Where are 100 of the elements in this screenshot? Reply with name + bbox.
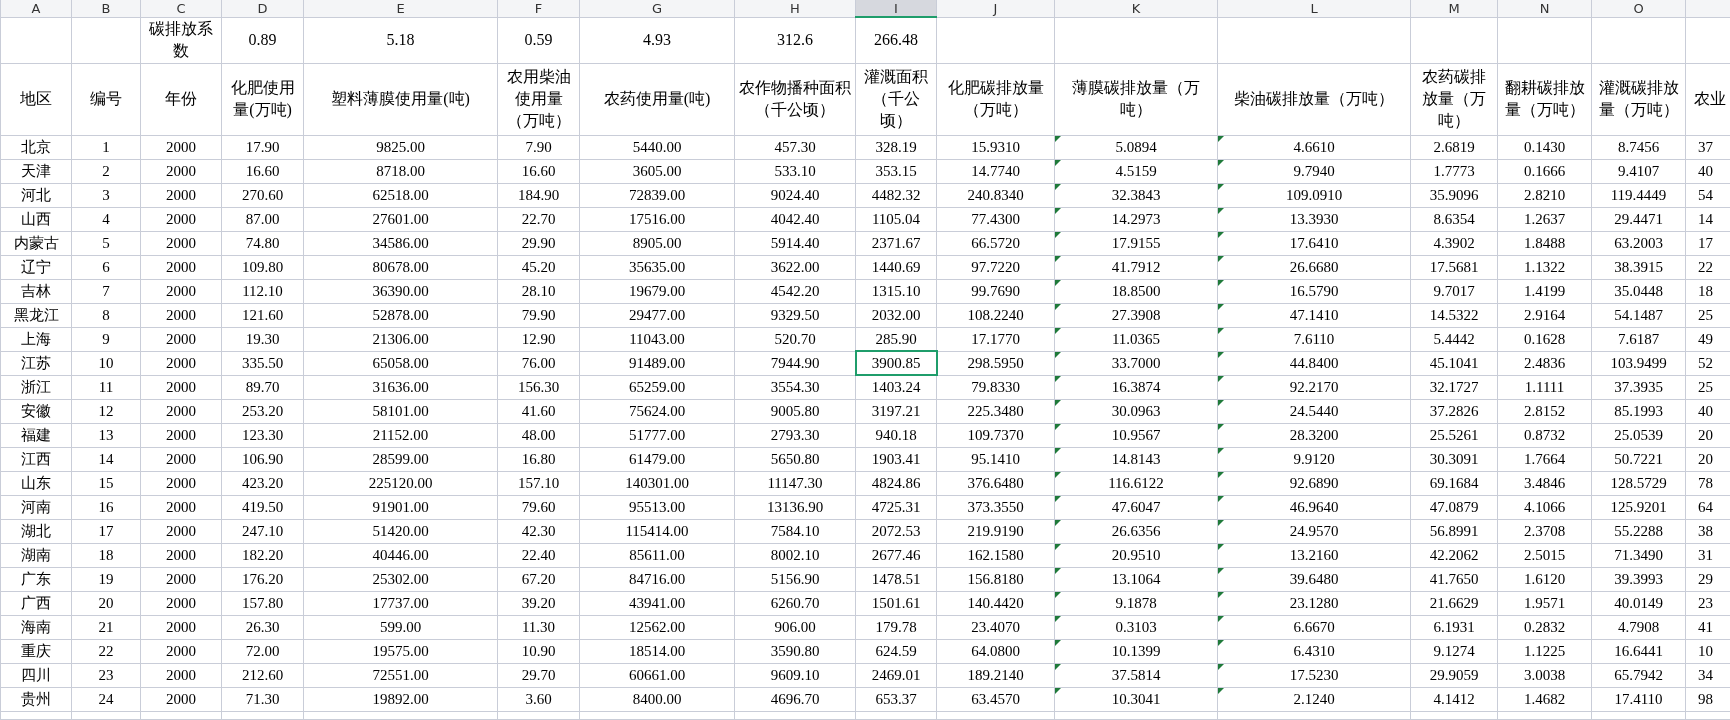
table-cell: 16.3874	[1111, 379, 1161, 395]
table-cell: 51420.00	[372, 523, 429, 539]
table-cell: 1403.24	[871, 379, 921, 395]
column-header[interactable]: F	[497, 0, 580, 17]
table-cell: 44.8400	[1289, 355, 1339, 371]
table-cell: 91901.00	[372, 499, 429, 515]
table-cell: 15.9310	[971, 139, 1020, 155]
table-cell: 5156.90	[770, 571, 820, 587]
table-cell: 7	[102, 283, 110, 299]
table-cell: 17737.00	[372, 595, 429, 611]
table-cell: 4.1412	[1433, 691, 1475, 707]
column-header[interactable]: K	[1054, 0, 1218, 17]
table-cell: 17	[1698, 235, 1713, 251]
table-cell: 266.48	[874, 31, 918, 49]
column-header[interactable]: N	[1497, 0, 1592, 17]
table-cell: 4042.40	[770, 211, 820, 227]
table-cell: 11147.30	[767, 475, 823, 491]
table-cell: 3.0038	[1523, 667, 1566, 683]
table-cell: 35635.00	[628, 259, 686, 275]
table-cell: 5	[102, 235, 110, 251]
table-cell: 黑龙江	[13, 307, 59, 323]
column-header[interactable]: G	[579, 0, 735, 17]
table-cell: 2.3708	[1523, 523, 1566, 539]
column-title: 农业	[1694, 90, 1726, 107]
table-cell: 17.9155	[1111, 235, 1161, 251]
table-cell: 5914.40	[770, 235, 820, 251]
table-cell: 46.9640	[1289, 499, 1339, 515]
table-cell: 辽宁	[21, 259, 51, 275]
table-cell: 35.9096	[1429, 187, 1479, 203]
table-cell: 18	[1698, 283, 1713, 299]
table-cell: 12.90	[521, 331, 556, 347]
column-header[interactable]: A	[0, 0, 72, 17]
table-cell: 7.90	[525, 139, 552, 155]
table-cell: 2000	[166, 667, 196, 683]
table-cell: 24	[98, 691, 114, 707]
table-cell: 广西	[21, 595, 51, 611]
table-cell: 20	[1698, 451, 1713, 467]
column-title: 化肥碳排放量（万吨）	[947, 79, 1044, 118]
column-title: 柴油碳排放量（万吨）	[1234, 90, 1394, 107]
table-cell: 212.60	[241, 667, 284, 683]
column-header[interactable]: I	[855, 0, 937, 17]
column-header[interactable]: B	[71, 0, 141, 17]
table-cell: 21152.00	[372, 427, 429, 443]
table-cell: 2000	[166, 523, 196, 539]
column-header[interactable]: D	[221, 0, 304, 17]
column-title: 地区	[20, 90, 52, 107]
table-cell: 3554.30	[770, 379, 820, 395]
table-cell: 112.10	[242, 283, 283, 299]
table-cell: 安徽	[21, 403, 51, 419]
table-cell: 9825.00	[376, 139, 425, 155]
table-cell: 7.6187	[1617, 331, 1660, 347]
table-cell: 4824.86	[871, 475, 921, 491]
table-cell: 天津	[21, 163, 51, 179]
column-header[interactable]: H	[734, 0, 856, 17]
table-cell: 14	[1698, 211, 1713, 227]
table-cell: 62518.00	[372, 187, 429, 203]
table-cell: 2000	[166, 259, 196, 275]
column-header[interactable]: M	[1410, 0, 1498, 17]
column-header[interactable]: E	[303, 0, 498, 17]
table-cell: 55.2288	[1614, 523, 1663, 539]
table-cell: 14.7740	[971, 163, 1020, 179]
table-cell: 碳排放系数	[149, 20, 213, 59]
table-cell: 63.2003	[1614, 235, 1663, 251]
table-cell: 9.4107	[1617, 163, 1660, 179]
table-cell: 1.7773	[1433, 163, 1475, 179]
table-cell: 156.8180	[967, 571, 1024, 587]
table-cell: 49	[1698, 331, 1713, 347]
table-cell: 16.80	[521, 451, 556, 467]
table-cell: 2032.00	[871, 307, 921, 323]
table-cell: 8002.10	[770, 547, 820, 563]
table-cell: 25.0539	[1614, 427, 1663, 443]
table-cell: 3.60	[525, 691, 552, 707]
table-cell: 79.8330	[971, 379, 1020, 395]
column-title: 薄膜碳排放量（万吨）	[1072, 79, 1200, 118]
table-cell: 2.6819	[1433, 139, 1475, 155]
table-cell: 69.1684	[1429, 475, 1479, 491]
table-cell: 19	[98, 571, 114, 587]
table-cell: 吉林	[21, 283, 51, 299]
column-header[interactable]: C	[140, 0, 222, 17]
table-cell: 2000	[166, 307, 196, 323]
table-cell: 89.70	[245, 379, 280, 395]
table-cell: 56.8991	[1429, 523, 1479, 539]
column-header[interactable]: J	[936, 0, 1055, 17]
table-cell: 328.19	[875, 139, 917, 155]
column-header[interactable]	[1685, 0, 1730, 17]
column-header[interactable]: L	[1217, 0, 1411, 17]
table-cell: 四川	[21, 667, 51, 683]
column-header[interactable]: O	[1591, 0, 1686, 17]
table-cell: 23	[98, 667, 114, 683]
table-cell: 22.40	[521, 547, 556, 563]
column-title: 农用柴油使用量（万吨）	[506, 68, 571, 129]
table-cell: 189.2140	[967, 667, 1024, 683]
table-cell: 298.5950	[967, 355, 1024, 371]
table-cell: 17.5230	[1289, 667, 1339, 683]
table-cell: 24.9570	[1289, 523, 1339, 539]
table-cell: 79.60	[521, 499, 556, 515]
table-cell: 9.7940	[1293, 163, 1335, 179]
table-cell: 10.90	[521, 643, 556, 659]
table-cell: 重庆	[21, 643, 51, 659]
table-cell: 2000	[166, 379, 196, 395]
